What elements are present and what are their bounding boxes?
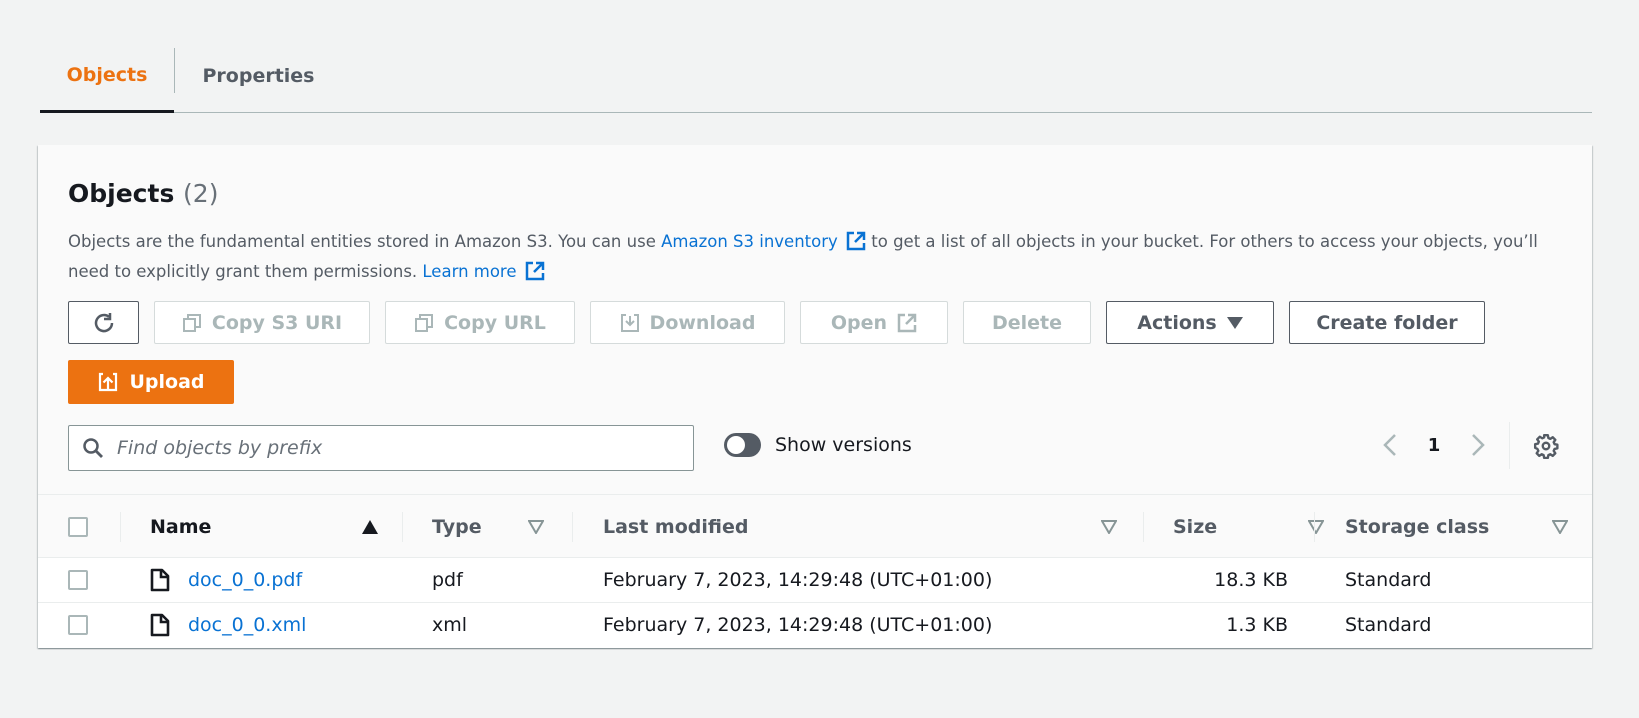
search-box bbox=[68, 425, 694, 471]
upload-button[interactable]: Upload bbox=[68, 360, 234, 404]
tab-bar: Objects Properties bbox=[40, 40, 1592, 113]
object-type: xml bbox=[432, 614, 468, 636]
external-link-icon bbox=[846, 231, 866, 251]
object-count: (2) bbox=[183, 179, 219, 208]
panel-title: Objects (2) bbox=[68, 179, 218, 208]
object-storage-class: Standard bbox=[1345, 569, 1432, 591]
tab-properties[interactable]: Properties bbox=[176, 40, 341, 112]
row-checkbox[interactable] bbox=[68, 615, 88, 635]
select-all-cell bbox=[68, 495, 98, 558]
table-row[interactable]: doc_0_0.pdf pdf February 7, 2023, 14:29:… bbox=[38, 558, 1592, 603]
copy-url-label: Copy URL bbox=[444, 311, 546, 334]
objects-table: Name Type Last modified Size Storage cla… bbox=[38, 494, 1592, 648]
caret-down-icon bbox=[1226, 316, 1243, 329]
create-folder-button[interactable]: Create folder bbox=[1289, 301, 1485, 344]
sort-icon[interactable] bbox=[528, 519, 544, 534]
toggle-switch[interactable] bbox=[724, 433, 761, 457]
object-size: 18.3 KB bbox=[1214, 569, 1288, 591]
object-name-link[interactable]: doc_0_0.pdf bbox=[188, 569, 302, 591]
refresh-button[interactable] bbox=[68, 301, 139, 344]
file-icon bbox=[150, 558, 170, 602]
column-label: Storage class bbox=[1345, 515, 1490, 538]
select-all-checkbox[interactable] bbox=[68, 516, 88, 537]
column-label: Name bbox=[150, 515, 212, 538]
actions-label: Actions bbox=[1137, 311, 1217, 334]
gear-icon bbox=[1533, 433, 1559, 459]
open-button[interactable]: Open bbox=[800, 301, 948, 344]
row-select-cell bbox=[68, 603, 88, 647]
chevron-right-icon bbox=[1472, 434, 1485, 456]
column-divider bbox=[1314, 512, 1315, 542]
copy-s3-uri-button[interactable]: Copy S3 URI bbox=[154, 301, 370, 344]
download-button[interactable]: Download bbox=[590, 301, 785, 344]
row-select-cell bbox=[68, 558, 88, 602]
preferences-button[interactable] bbox=[1528, 428, 1564, 464]
toggle-knob bbox=[727, 436, 745, 454]
sort-icon[interactable] bbox=[1552, 519, 1568, 534]
object-name-link[interactable]: doc_0_0.xml bbox=[188, 614, 306, 636]
show-versions-toggle[interactable]: Show versions bbox=[724, 433, 912, 457]
download-label: Download bbox=[649, 311, 756, 334]
copy-s3-uri-label: Copy S3 URI bbox=[211, 311, 343, 334]
object-size: 1.3 KB bbox=[1226, 614, 1288, 636]
search-input[interactable] bbox=[117, 426, 693, 470]
external-link-icon bbox=[525, 261, 545, 281]
column-header-size[interactable]: Size bbox=[1173, 495, 1333, 558]
panel-description: Objects are the fundamental entities sto… bbox=[68, 227, 1568, 287]
tab-objects[interactable]: Objects bbox=[40, 40, 174, 113]
open-label: Open bbox=[830, 311, 888, 334]
copy-icon bbox=[415, 313, 434, 332]
download-icon bbox=[620, 313, 639, 332]
sort-icon[interactable] bbox=[1101, 519, 1117, 534]
chevron-left-icon bbox=[1383, 434, 1396, 456]
file-icon bbox=[150, 603, 170, 647]
table-row[interactable]: doc_0_0.xml xml February 7, 2023, 14:29:… bbox=[38, 603, 1592, 648]
description-text: Objects are the fundamental entities sto… bbox=[68, 232, 662, 251]
column-divider bbox=[402, 512, 403, 542]
column-label: Type bbox=[432, 515, 482, 538]
copy-url-button[interactable]: Copy URL bbox=[385, 301, 575, 344]
search-icon bbox=[69, 437, 117, 459]
previous-page-button[interactable] bbox=[1368, 423, 1412, 467]
object-type: pdf bbox=[432, 569, 463, 591]
objects-panel: Objects (2) Objects are the fundamental … bbox=[38, 145, 1592, 648]
tab-divider bbox=[174, 48, 175, 93]
column-header-last-modified[interactable]: Last modified bbox=[603, 495, 1143, 558]
pager-divider bbox=[1509, 422, 1510, 469]
s3-inventory-link[interactable]: Amazon S3 inventory bbox=[661, 231, 866, 251]
column-header-storage-class[interactable]: Storage class bbox=[1345, 495, 1575, 558]
external-link-icon bbox=[897, 313, 917, 332]
object-last-modified: February 7, 2023, 14:29:48 (UTC+01:00) bbox=[603, 614, 993, 636]
delete-button[interactable]: Delete bbox=[963, 301, 1091, 344]
panel-title-text: Objects bbox=[68, 179, 175, 208]
next-page-button[interactable] bbox=[1456, 423, 1500, 467]
sort-icon[interactable] bbox=[1308, 519, 1324, 534]
delete-label: Delete bbox=[991, 311, 1063, 334]
learn-more-label: Learn more bbox=[422, 262, 517, 281]
s3-inventory-link-label: Amazon S3 inventory bbox=[661, 232, 838, 251]
object-storage-class: Standard bbox=[1345, 614, 1432, 636]
column-divider bbox=[1143, 512, 1144, 542]
upload-label: Upload bbox=[129, 371, 205, 393]
object-last-modified: February 7, 2023, 14:29:48 (UTC+01:00) bbox=[603, 569, 993, 591]
page-number[interactable]: 1 bbox=[1412, 435, 1456, 456]
actions-dropdown[interactable]: Actions bbox=[1106, 301, 1274, 344]
column-label: Size bbox=[1173, 515, 1218, 538]
learn-more-link[interactable]: Learn more bbox=[422, 261, 545, 281]
column-label: Last modified bbox=[603, 515, 749, 538]
column-divider bbox=[572, 512, 573, 542]
column-divider bbox=[120, 512, 121, 542]
column-header-type[interactable]: Type bbox=[432, 495, 572, 558]
upload-icon bbox=[99, 372, 118, 392]
show-versions-label: Show versions bbox=[775, 434, 912, 456]
copy-icon bbox=[182, 313, 201, 332]
create-folder-label: Create folder bbox=[1316, 311, 1458, 334]
column-header-name[interactable]: Name bbox=[150, 495, 400, 558]
table-header: Name Type Last modified Size Storage cla… bbox=[38, 494, 1592, 558]
pagination: 1 bbox=[1368, 421, 1500, 469]
sort-ascending-icon[interactable] bbox=[362, 519, 378, 534]
row-checkbox[interactable] bbox=[68, 570, 88, 590]
refresh-icon bbox=[94, 312, 113, 332]
